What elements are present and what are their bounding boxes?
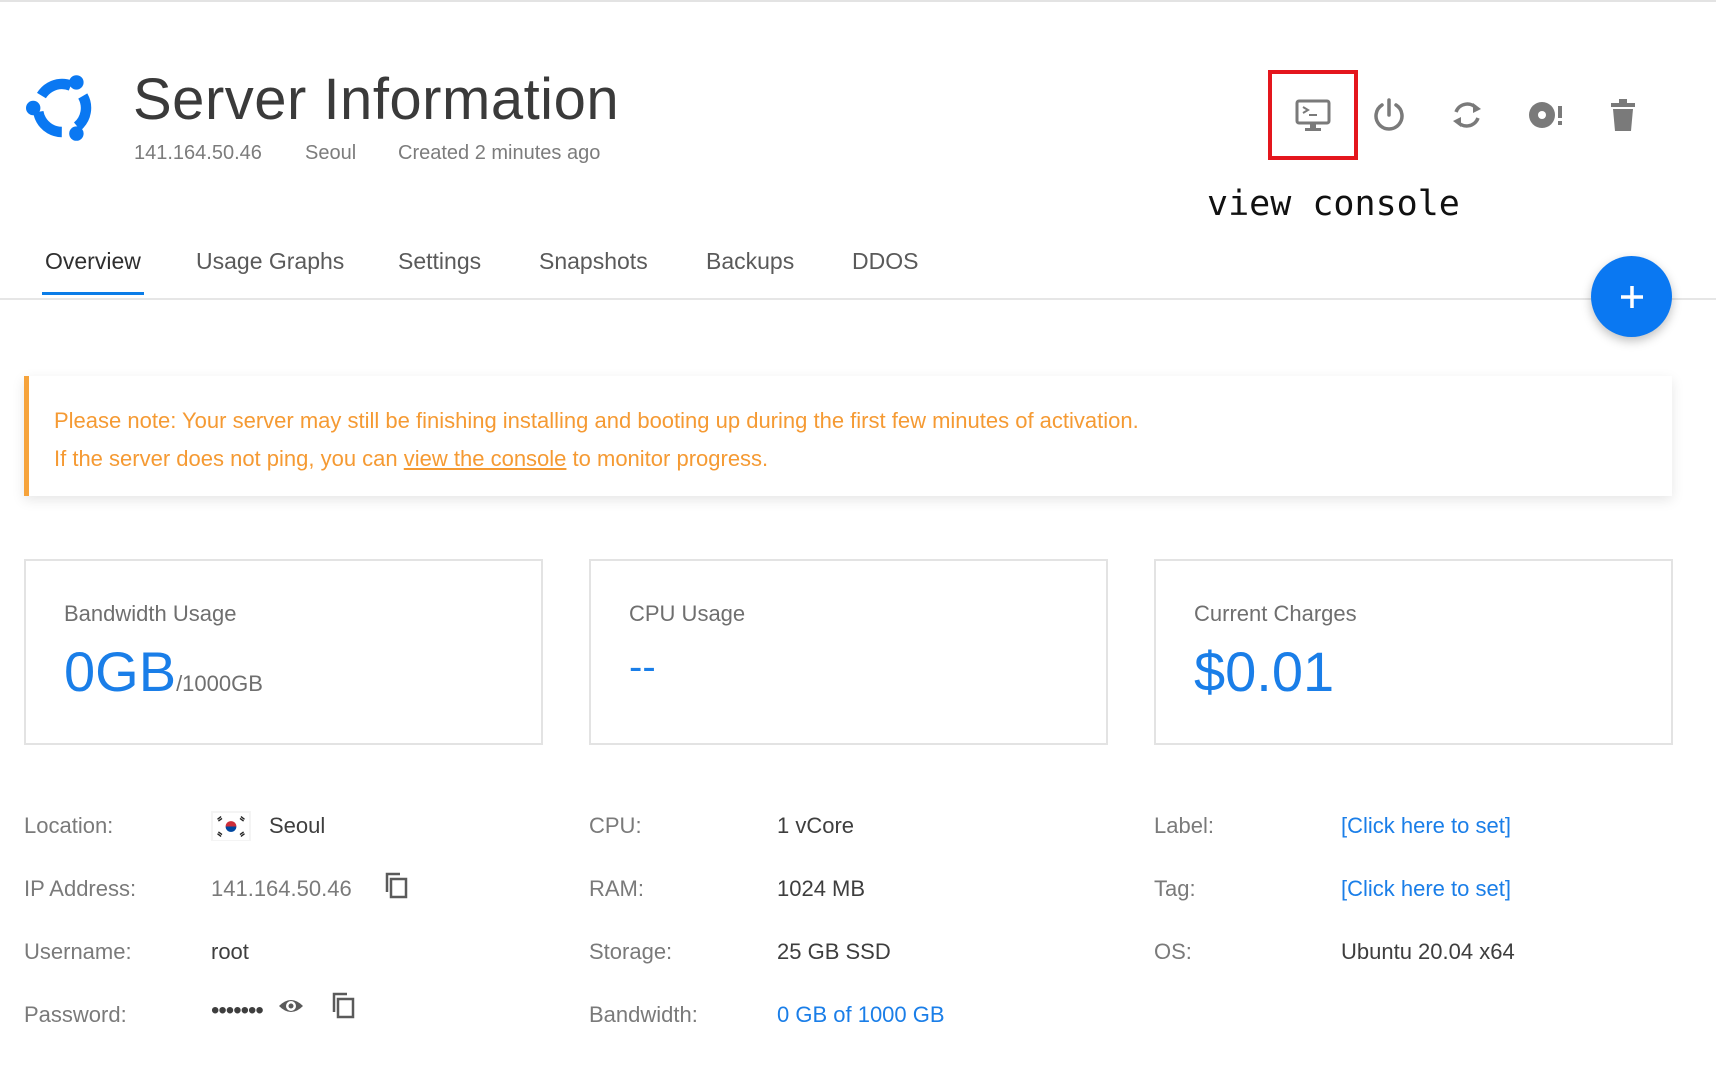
header-ip: 141.164.50.46 bbox=[134, 142, 262, 164]
storage-value: 25 GB SSD bbox=[777, 939, 891, 964]
header-created: Created 2 minutes ago bbox=[398, 142, 601, 164]
ram-label: RAM: bbox=[589, 876, 644, 901]
eye-icon bbox=[279, 1000, 303, 1012]
storage-label: Storage: bbox=[589, 939, 673, 964]
os-label: OS: bbox=[1154, 939, 1192, 964]
card-label: Bandwidth Usage bbox=[64, 601, 237, 626]
cpu-usage-value: -- bbox=[629, 645, 656, 689]
charges-value: $0.01 bbox=[1194, 640, 1335, 703]
destroy-button[interactable] bbox=[1578, 70, 1668, 160]
copy-icon bbox=[385, 872, 408, 899]
tab-bar: Overview Usage Graphs Settings Snapshots… bbox=[0, 240, 1716, 300]
show-password-button[interactable] bbox=[277, 992, 305, 1025]
header-location: Seoul bbox=[305, 142, 357, 164]
current-charges-card: Current Charges $0.01 bbox=[1154, 559, 1673, 745]
korea-flag-icon bbox=[211, 811, 251, 841]
username-label: Username: bbox=[24, 939, 132, 964]
page-title: Server Information bbox=[133, 67, 620, 132]
bandwidth-value: 0GB bbox=[64, 640, 177, 703]
disc-icon bbox=[1529, 102, 1562, 128]
monitor-terminal-icon bbox=[1295, 99, 1331, 131]
card-label: CPU Usage bbox=[629, 601, 746, 626]
iso-button[interactable] bbox=[1500, 70, 1590, 160]
restart-button[interactable] bbox=[1422, 70, 1512, 160]
tab-usage-graphs[interactable]: Usage Graphs bbox=[196, 248, 344, 293]
ip-address-label: IP Address: bbox=[24, 876, 137, 901]
cpu-value: 1 vCore bbox=[777, 813, 855, 838]
username-value: root bbox=[211, 939, 249, 964]
card-value: 0GB/1000GB bbox=[64, 639, 541, 704]
set-tag-link[interactable]: [Click here to set] bbox=[1341, 876, 1511, 902]
activation-notice: Please note: Your server may still be fi… bbox=[24, 376, 1672, 496]
label-label: Label: bbox=[1154, 813, 1214, 838]
copy-ip-button[interactable] bbox=[382, 871, 410, 904]
cpu-label: CPU: bbox=[589, 813, 642, 838]
restart-icon bbox=[1453, 102, 1481, 128]
power-button[interactable] bbox=[1344, 70, 1434, 160]
tab-ddos[interactable]: DDOS bbox=[852, 248, 918, 293]
bandwidth-usage-card: Bandwidth Usage 0GB/1000GB bbox=[24, 559, 543, 745]
card-label: Current Charges bbox=[1194, 601, 1357, 626]
ram-value: 1024 MB bbox=[777, 876, 866, 901]
notice-text-before: If the server does not ping, you can bbox=[54, 446, 404, 471]
os-value: Ubuntu 20.04 x64 bbox=[1341, 939, 1515, 964]
cpu-usage-card: CPU Usage -- bbox=[589, 559, 1108, 745]
tab-settings[interactable]: Settings bbox=[398, 248, 481, 293]
plus-icon bbox=[1620, 285, 1643, 308]
location-label: Location: bbox=[24, 813, 114, 838]
set-label-link[interactable]: [Click here to set] bbox=[1341, 813, 1511, 839]
tab-snapshots[interactable]: Snapshots bbox=[539, 248, 648, 293]
tag-label: Tag: bbox=[1154, 876, 1196, 901]
top-divider bbox=[0, 0, 1716, 2]
ubuntu-logo-icon bbox=[22, 68, 102, 148]
bandwidth-link[interactable]: 0 GB of 1000 GB bbox=[777, 1002, 945, 1028]
notice-line-1: Please note: Your server may still be fi… bbox=[54, 408, 1139, 433]
password-label: Password: bbox=[24, 1002, 127, 1027]
add-button[interactable] bbox=[1591, 256, 1672, 337]
bandwidth-unit: /1000GB bbox=[176, 671, 263, 696]
tab-backups[interactable]: Backups bbox=[706, 248, 794, 293]
notice-line-2: If the server does not ping, you can vie… bbox=[54, 440, 1672, 478]
tab-overview[interactable]: Overview bbox=[42, 248, 144, 295]
trash-icon bbox=[1611, 99, 1635, 131]
console-annotation: view console bbox=[1207, 184, 1460, 224]
bandwidth-label: Bandwidth: bbox=[589, 1002, 698, 1027]
location-value: Seoul bbox=[269, 813, 326, 838]
password-value: ••••••• bbox=[211, 997, 264, 1024]
notice-text-after: to monitor progress. bbox=[566, 446, 769, 471]
power-icon bbox=[1374, 98, 1404, 131]
ip-address-value: 141.164.50.46 bbox=[211, 876, 352, 901]
copy-icon bbox=[332, 992, 355, 1019]
copy-password-button[interactable] bbox=[329, 991, 357, 1024]
view-console-link[interactable]: view the console bbox=[404, 446, 567, 471]
